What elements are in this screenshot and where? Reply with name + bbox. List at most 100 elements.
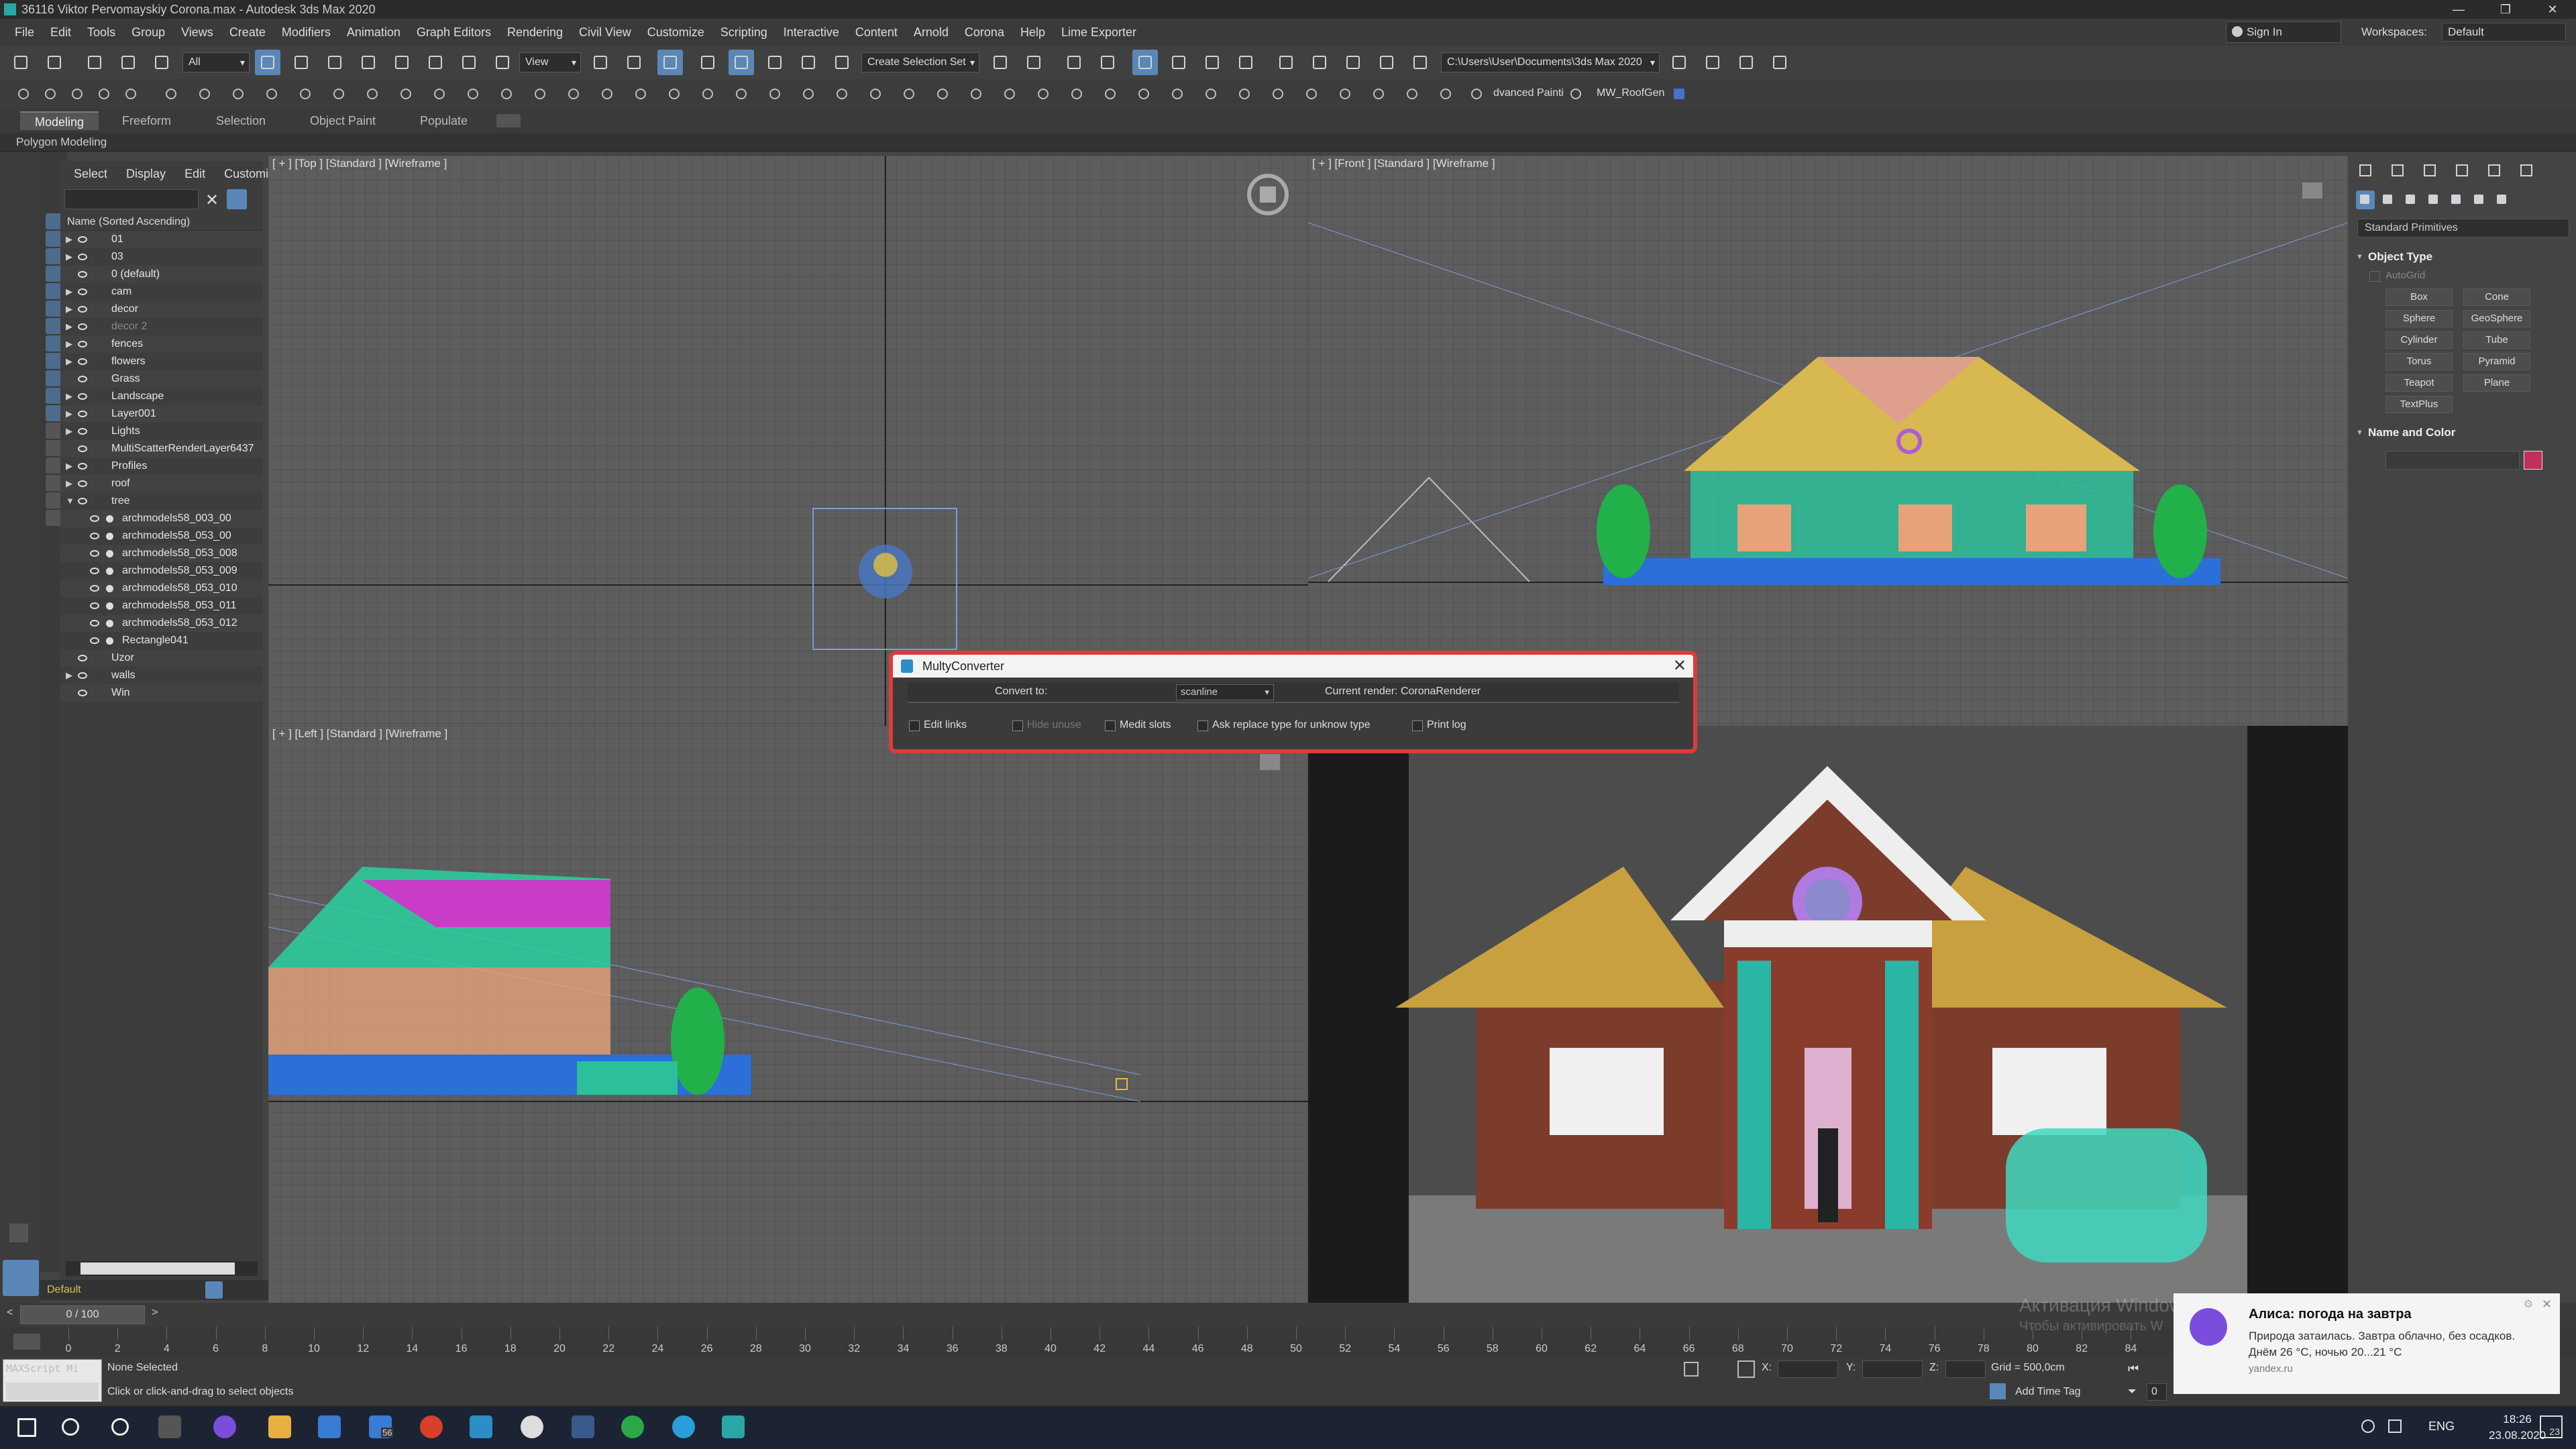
- visibility-eye-icon[interactable]: [90, 585, 99, 592]
- viewport-left[interactable]: [ + ] [Left ] [Standard ] [Wireframe ]: [268, 726, 1308, 1303]
- explorer-row[interactable]: ▼ tree: [60, 492, 263, 510]
- display-geometry-icon[interactable]: [46, 231, 62, 247]
- keyboard-shortcut-icon[interactable]: [657, 50, 683, 75]
- scrollbar-thumb[interactable]: [80, 1263, 235, 1275]
- explorer-row[interactable]: ▶ 01: [60, 231, 263, 248]
- menu-content[interactable]: Content: [847, 25, 906, 40]
- roofgen-extra-icon[interactable]: [1669, 84, 1689, 104]
- open-file-icon[interactable]: [1700, 50, 1725, 75]
- app-icon-dark[interactable]: [572, 1415, 594, 1438]
- cortana-icon[interactable]: [111, 1418, 129, 1436]
- visibility-eye-icon[interactable]: [78, 393, 87, 400]
- menu-civil-view[interactable]: Civil View: [571, 25, 639, 40]
- spacewarps-icon[interactable]: [2470, 191, 2489, 209]
- sphere-button[interactable]: Sphere: [2385, 310, 2453, 327]
- export-icon[interactable]: [1767, 50, 1792, 75]
- tool-icon-19[interactable]: [597, 84, 617, 104]
- name-and-color-rollout[interactable]: Name and Color: [2353, 424, 2571, 441]
- pyramid-button[interactable]: Pyramid: [2463, 353, 2530, 370]
- tool-icon-4[interactable]: [94, 84, 114, 104]
- tab-populate[interactable]: Populate: [405, 111, 482, 130]
- menu-help[interactable]: Help: [1012, 25, 1053, 40]
- display-tab-icon[interactable]: [2485, 161, 2504, 180]
- maxscript-listener[interactable]: MAXScript Mi: [3, 1359, 102, 1402]
- schematic-view-icon[interactable]: [1199, 50, 1225, 75]
- tool-icon-16[interactable]: [496, 84, 517, 104]
- tool-icon-25[interactable]: [798, 84, 818, 104]
- toggle-ribbon-icon[interactable]: [1132, 50, 1158, 75]
- current-layer-label[interactable]: Default: [47, 1280, 81, 1300]
- tool-icon-35[interactable]: [1134, 84, 1154, 104]
- plane-button[interactable]: Plane: [2463, 374, 2530, 392]
- telegram-icon[interactable]: [672, 1415, 695, 1438]
- curve-editor-icon[interactable]: [1166, 50, 1191, 75]
- ribbon-options-button[interactable]: [496, 114, 521, 127]
- explorer-row[interactable]: ▶ flowers: [60, 353, 263, 370]
- tool-icon-3[interactable]: [67, 84, 87, 104]
- add-time-tag[interactable]: Add Time Tag: [2015, 1386, 2081, 1398]
- project-folder-icon[interactable]: [1666, 50, 1692, 75]
- viewport-front-label[interactable]: [ + ] [Front ] [Standard ] [Wireframe ]: [1312, 157, 1495, 170]
- viewport-layout-icon[interactable]: [3, 1260, 39, 1296]
- task-view-icon[interactable]: [158, 1415, 181, 1438]
- sort-icon[interactable]: [46, 458, 62, 474]
- tool-icon-42[interactable]: [1368, 84, 1389, 104]
- tool-icon-29[interactable]: [932, 84, 953, 104]
- viewport-left-label[interactable]: [ + ] [Left ] [Standard ] [Wireframe ]: [272, 727, 447, 741]
- clock[interactable]: 18:26 23.08.2020: [2489, 1411, 2546, 1444]
- viewport-front[interactable]: [ + ] [Front ] [Standard ] [Wireframe ]: [1308, 156, 2348, 726]
- move-icon[interactable]: [389, 50, 415, 75]
- edit-named-sets-icon[interactable]: [829, 50, 855, 75]
- menu-group[interactable]: Group: [123, 25, 173, 40]
- app-icon-blue[interactable]: [470, 1415, 492, 1438]
- roofgen-icon[interactable]: [1566, 84, 1586, 104]
- tab-selection[interactable]: Selection: [201, 111, 280, 130]
- 3dsmax-icon[interactable]: [722, 1415, 745, 1438]
- language-indicator[interactable]: ENG: [2428, 1419, 2455, 1434]
- expand-toggle-icon[interactable]: ▶: [66, 667, 72, 684]
- whatsapp-icon[interactable]: [621, 1415, 644, 1438]
- menu-rendering[interactable]: Rendering: [499, 25, 571, 40]
- explorer-row[interactable]: Uzor: [60, 649, 263, 667]
- cone-button[interactable]: Cone: [2463, 288, 2530, 306]
- visibility-eye-icon[interactable]: [78, 480, 87, 487]
- yandex-browser-icon[interactable]: [420, 1415, 443, 1438]
- shapes-icon[interactable]: [2379, 191, 2398, 209]
- visibility-eye-icon[interactable]: [90, 620, 99, 627]
- autogrid-checkbox[interactable]: AutoGrid: [2369, 270, 2425, 282]
- tool-icon-38[interactable]: [1234, 84, 1254, 104]
- place-icon[interactable]: [490, 50, 515, 75]
- tool-icon-11[interactable]: [329, 84, 349, 104]
- visibility-eye-icon[interactable]: [78, 498, 87, 504]
- undo-icon[interactable]: [8, 50, 34, 75]
- y-coordinate-field[interactable]: [1862, 1360, 1923, 1378]
- explorer-search-input[interactable]: [64, 189, 199, 209]
- explorer-menu-display[interactable]: Display: [113, 161, 171, 186]
- tool-icon-8[interactable]: [228, 84, 248, 104]
- spinner-snap-icon[interactable]: [796, 50, 821, 75]
- snaps-toggle-icon[interactable]: [695, 50, 720, 75]
- visibility-eye-icon[interactable]: [90, 637, 99, 644]
- tool-icon-33[interactable]: [1067, 84, 1087, 104]
- unlink-icon[interactable]: [115, 50, 141, 75]
- material-editor-icon[interactable]: [1233, 50, 1258, 75]
- go-to-start-icon[interactable]: ⏮: [2128, 1362, 2139, 1376]
- ask-replace-type-checkbox[interactable]: Ask replace type for unknow type: [1197, 719, 1371, 731]
- track-bar-menu-icon[interactable]: [13, 1334, 40, 1350]
- expand-toggle-icon[interactable]: ▶: [66, 458, 72, 475]
- tool-icon-12[interactable]: [362, 84, 382, 104]
- visibility-eye-icon[interactable]: [78, 463, 87, 470]
- systems-icon[interactable]: [2493, 191, 2512, 209]
- viewport-camera[interactable]: [1308, 726, 2348, 1303]
- tool-icon-40[interactable]: [1301, 84, 1322, 104]
- close-button[interactable]: ✕: [2529, 0, 2576, 19]
- select-object-icon[interactable]: [255, 50, 280, 75]
- explorer-row[interactable]: ▶ decor: [60, 301, 263, 318]
- display-spacewarps-icon[interactable]: [46, 318, 62, 334]
- time-prev-button[interactable]: <: [7, 1307, 13, 1319]
- windows-start-icon[interactable]: [17, 1418, 36, 1437]
- visibility-eye-icon[interactable]: [90, 568, 99, 574]
- visibility-eye-icon[interactable]: [78, 428, 87, 435]
- utilities-tab-icon[interactable]: [2517, 161, 2536, 180]
- render-iterative-icon[interactable]: [1374, 50, 1399, 75]
